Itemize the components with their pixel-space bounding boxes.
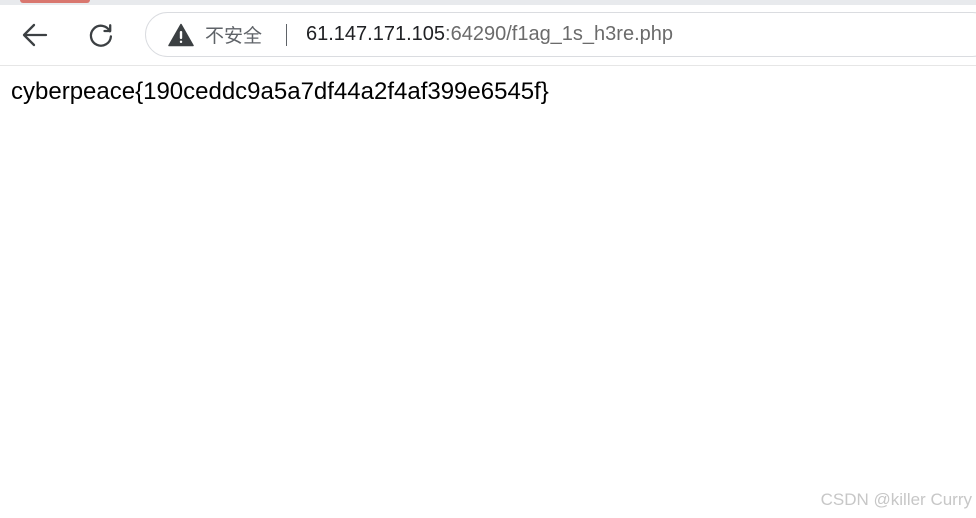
watermark: CSDN @killer Curry [820,490,972,509]
security-label: 不安全 [205,25,263,47]
warning-icon [168,23,194,46]
reload-button[interactable] [82,16,120,54]
arrow-left-icon [22,23,48,47]
url-host: 61.147.171.105 [306,23,446,45]
omnibox-divider [286,24,287,46]
active-tab-edge[interactable] [20,0,90,3]
page-body-text: cyberpeace{190ceddc9a5a7df44a2f4af399e65… [11,78,549,105]
browser-toolbar: 不安全 61.147.171.105:64290/f1ag_1s_h3re.ph… [0,5,976,66]
reload-icon [89,24,113,47]
url-text[interactable]: 61.147.171.105:64290/f1ag_1s_h3re.php [306,13,673,56]
security-indicator[interactable]: 不安全 [168,13,262,56]
back-button[interactable] [16,16,54,54]
url-path: :64290/f1ag_1s_h3re.php [445,23,674,45]
address-bar[interactable]: 不安全 61.147.171.105:64290/f1ag_1s_h3re.ph… [145,12,976,57]
